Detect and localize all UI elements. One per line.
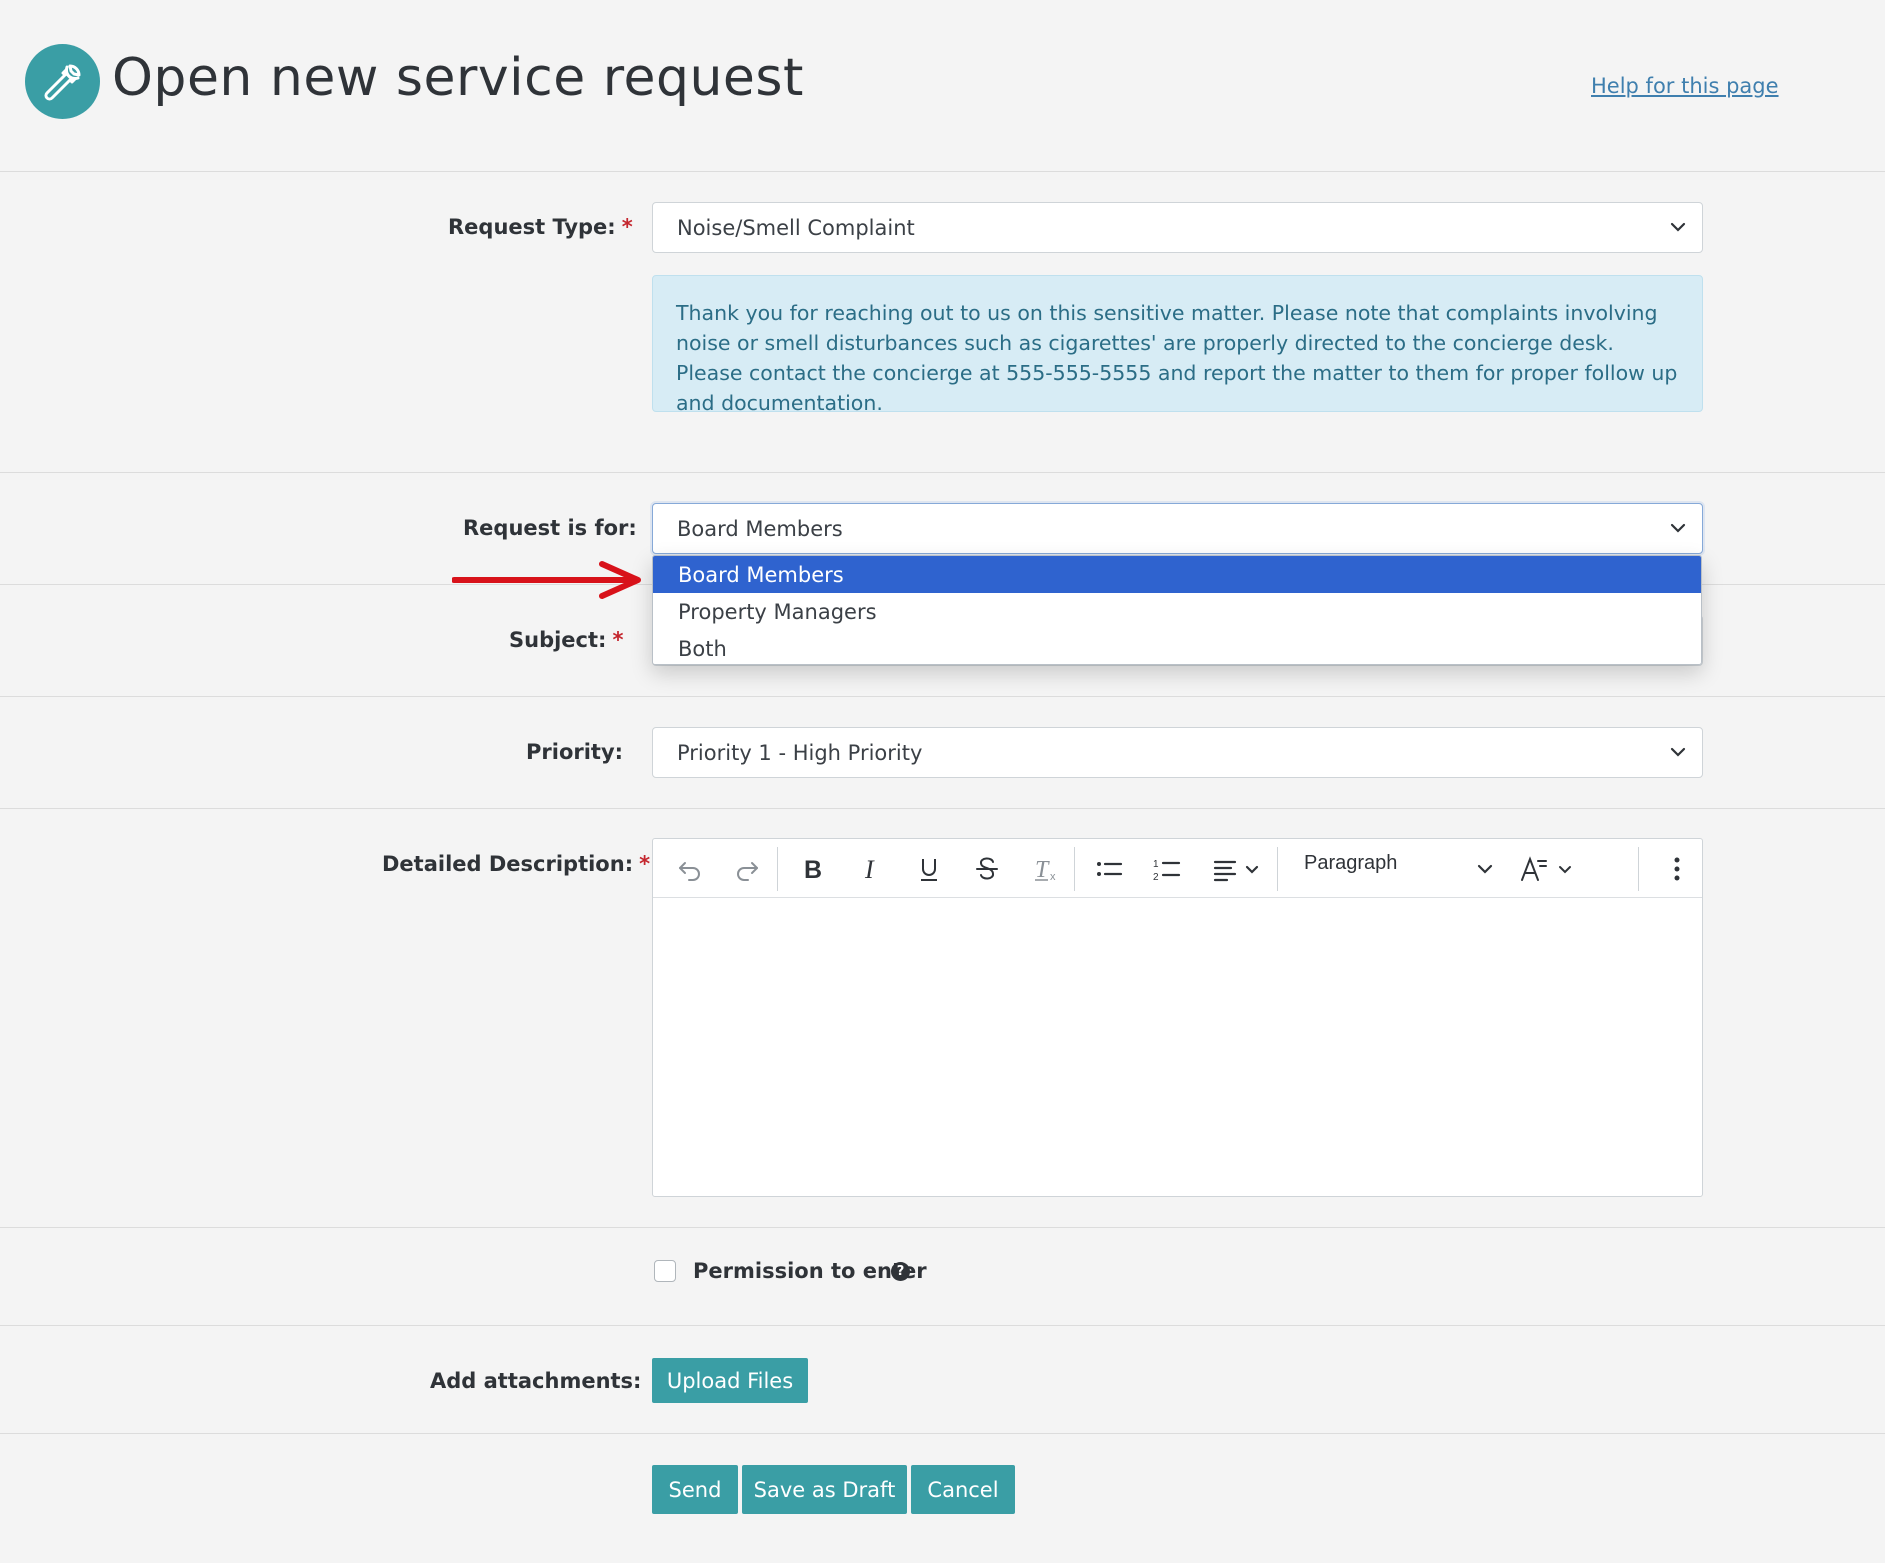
bold-icon[interactable]: B [792,849,832,889]
cancel-button[interactable]: Cancel [911,1465,1015,1514]
question-circle-icon[interactable]: ? [891,1262,910,1281]
priority-value: Priority 1 - High Priority [677,740,923,765]
editor-toolbar: B I Tx 12 Paragraph [653,839,1702,898]
permission-checkbox[interactable] [654,1260,676,1282]
svg-text:2: 2 [1153,872,1159,883]
send-button[interactable]: Send [652,1465,738,1514]
required-mark: * [612,628,624,652]
align-icon[interactable] [1211,849,1267,889]
upload-files-button[interactable]: Upload Files [652,1358,808,1403]
bullet-list-icon[interactable] [1089,849,1129,889]
toolbar-divider [777,847,778,891]
row-divider [0,696,1885,697]
block-format-value: Paragraph [1304,852,1398,874]
chevron-down-icon[interactable] [1465,849,1505,889]
page-title: Open new service request [112,48,804,108]
red-arrow-annotation [452,561,641,599]
option-board-members[interactable]: Board Members [653,556,1701,593]
editor-content-area[interactable] [653,898,1702,1196]
italic-icon[interactable]: I [851,849,891,889]
info-alert: Thank you for reaching out to us on this… [652,275,1703,415]
request-type-select[interactable]: Noise/Smell Complaint [652,202,1703,253]
clear-formatting-icon[interactable]: Tx [1026,849,1066,889]
toolbar-divider [1074,847,1075,891]
more-options-icon[interactable] [1657,849,1697,889]
block-format-dropdown[interactable]: Paragraph [1304,852,1397,875]
underline-icon[interactable] [909,849,949,889]
svg-text:I: I [864,855,875,883]
svg-text:T: T [1035,857,1050,883]
request-type-label-text: Request Type: [448,215,616,239]
attachments-label: Add attachments: [430,1369,642,1393]
priority-label: Priority: [526,740,624,764]
row-divider [0,1325,1885,1326]
row-divider [0,808,1885,809]
redo-icon[interactable] [727,849,767,889]
svg-text:1: 1 [1153,859,1159,870]
option-both[interactable]: Both [653,630,1701,664]
undo-icon[interactable] [670,849,710,889]
wrench-icon [25,44,100,119]
help-link[interactable]: Help for this page [1591,74,1779,98]
strikethrough-icon[interactable] [967,849,1007,889]
save-draft-button[interactable]: Save as Draft [742,1465,907,1514]
row-divider [0,1433,1885,1434]
numbered-list-icon[interactable]: 12 [1147,849,1187,889]
description-label: Detailed Description: * [382,852,650,876]
request-for-dropdown: Board Members Property Managers Both [652,555,1702,665]
toolbar-divider [1638,847,1639,891]
option-property-managers[interactable]: Property Managers [653,593,1701,630]
rich-text-editor: B I Tx 12 Paragraph [652,838,1703,1197]
request-for-select[interactable]: Board Members [652,503,1703,554]
request-for-value: Board Members [677,516,843,541]
svg-text:B: B [804,856,822,883]
svg-text:x: x [1050,871,1056,883]
request-type-label: Request Type: * [448,215,633,239]
font-size-icon[interactable] [1518,849,1580,889]
subject-label: Subject: * [509,628,623,652]
request-type-value: Noise/Smell Complaint [677,215,915,240]
toolbar-divider [1277,847,1278,891]
required-mark: * [621,215,633,239]
request-for-label: Request is for: [463,516,637,540]
chevron-down-icon [1670,747,1686,757]
chevron-down-icon [1670,523,1686,533]
priority-select[interactable]: Priority 1 - High Priority [652,727,1703,778]
required-mark: * [639,852,651,876]
row-divider [0,1227,1885,1228]
subject-label-text: Subject: [509,628,607,652]
chevron-down-icon [1670,222,1686,232]
description-label-text: Detailed Description: [382,852,634,876]
row-divider [0,472,1885,473]
page-header: Open new service request Help for this p… [0,0,1885,172]
